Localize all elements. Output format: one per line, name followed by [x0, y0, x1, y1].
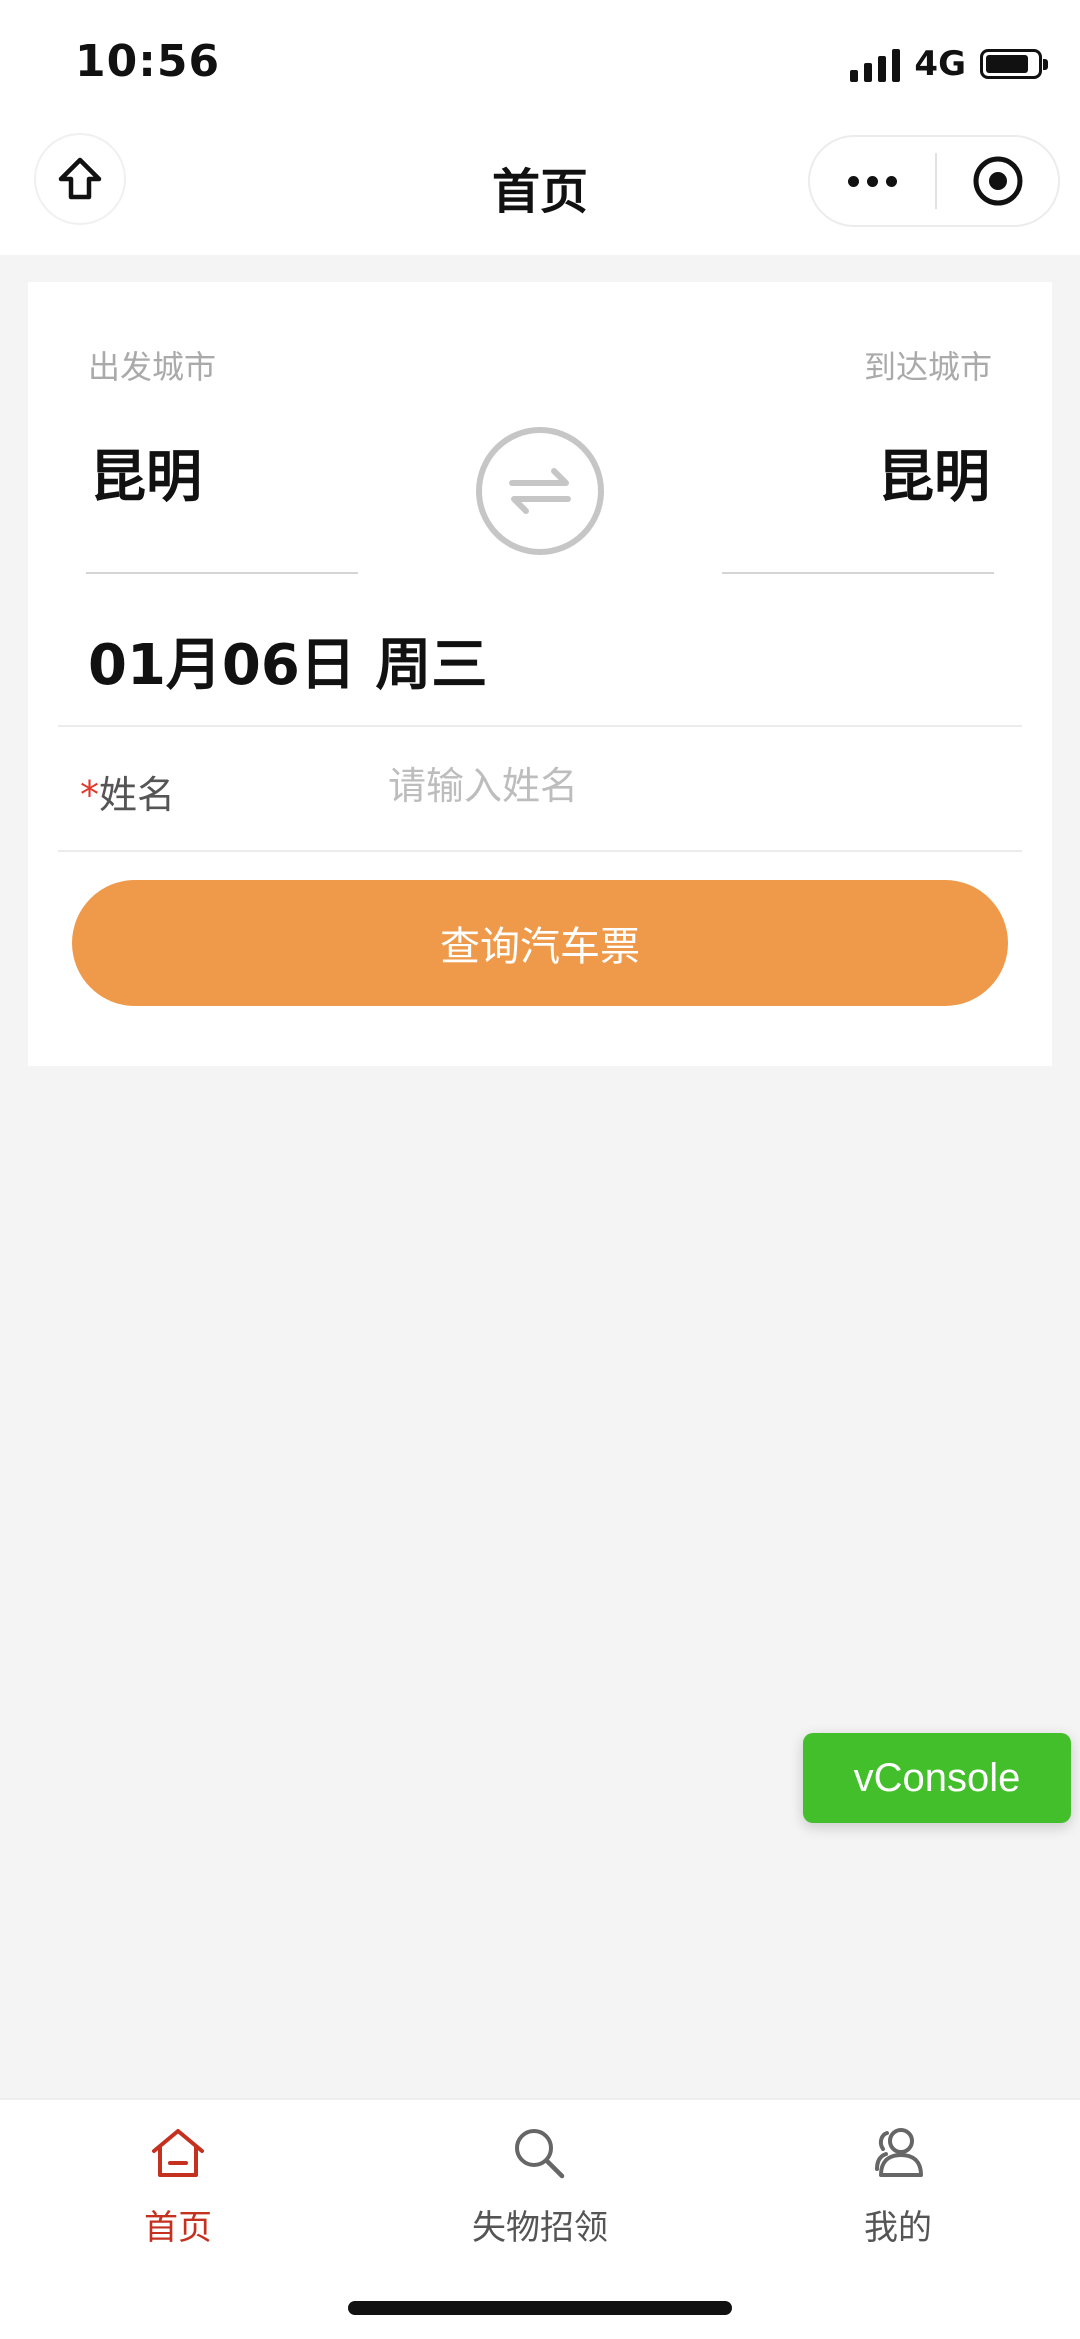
departure-date-picker[interactable]: 01月06日 周三: [88, 620, 487, 701]
search-icon: [515, 2129, 565, 2179]
tab-mine[interactable]: 我的: [748, 2100, 1048, 2290]
status-bar: 10:56 4G: [0, 0, 1080, 130]
tab-home[interactable]: 首页: [28, 2100, 328, 2290]
home-icon: [152, 2129, 204, 2177]
vconsole-button[interactable]: vConsole: [803, 1733, 1071, 1823]
divider: [58, 725, 1022, 727]
home-indicator: [348, 2301, 732, 2315]
signal-icon: [850, 46, 901, 82]
nav-bar: 首页: [0, 130, 1080, 255]
close-target-icon: [973, 156, 1022, 206]
tab-label: 失物招领: [472, 2208, 608, 2248]
status-time: 10:56: [75, 36, 221, 87]
more-icon: [848, 175, 859, 187]
to-city-label: 到达城市: [863, 348, 992, 386]
required-marker: *: [80, 773, 99, 817]
swap-arrows-icon: [509, 468, 571, 514]
status-indicators: 4G: [850, 44, 1048, 84]
battery-icon: [980, 49, 1048, 79]
battery-level: [986, 55, 1028, 73]
to-city-underline: [722, 572, 994, 574]
more-button[interactable]: [810, 137, 935, 225]
from-city-picker[interactable]: 昆明: [90, 432, 202, 513]
divider: [58, 850, 1022, 852]
to-city-picker[interactable]: 昆明: [878, 432, 990, 513]
from-city-underline: [86, 572, 358, 574]
swap-cities-button[interactable]: [476, 427, 604, 555]
user-icon: [875, 2128, 923, 2177]
tab-label: 首页: [144, 2208, 212, 2248]
name-field-label: *姓名: [80, 764, 175, 819]
menu-capsule: [808, 135, 1060, 227]
close-button[interactable]: [937, 137, 1058, 225]
network-type: 4G: [914, 44, 966, 84]
name-input[interactable]: [388, 758, 988, 814]
tab-label: 我的: [864, 2208, 932, 2248]
from-city-label: 出发城市: [88, 348, 217, 386]
query-bus-ticket-button[interactable]: 查询汽车票: [72, 880, 1008, 1006]
name-label-text: 姓名: [99, 773, 176, 817]
search-card: 出发城市 到达城市 昆明 昆明 01月06日 周三 *姓名 查询汽车票: [28, 282, 1052, 1066]
tab-lost-and-found[interactable]: 失物招领: [390, 2100, 690, 2290]
